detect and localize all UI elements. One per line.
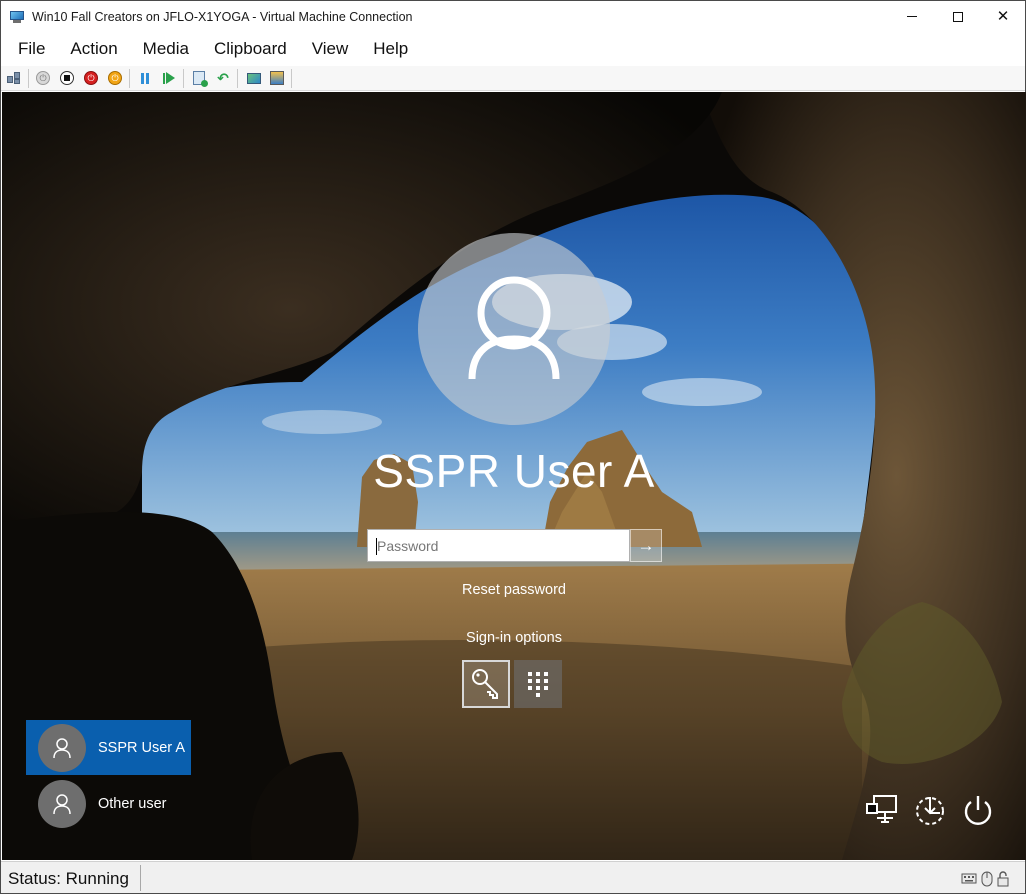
close-icon: ✕	[996, 8, 1010, 25]
text-caret	[376, 538, 377, 555]
ctrl-alt-del-button[interactable]	[6, 70, 22, 86]
pause-button[interactable]	[137, 70, 153, 86]
toolbar-separator	[237, 69, 238, 88]
avatar	[38, 723, 86, 772]
ease-of-access-button[interactable]	[912, 792, 948, 828]
user-icon	[53, 793, 71, 814]
toolbar-separator	[291, 69, 292, 88]
shut-down-icon: ⏻	[84, 71, 98, 85]
password-signin-option-button[interactable]	[462, 660, 510, 708]
toolbar: ⏻ ⏻ ⏻ ↶	[1, 66, 1025, 91]
save-button[interactable]: ⏻	[107, 70, 123, 86]
title-bar[interactable]: Win10 Fall Creators on JFLO-X1YOGA - Vir…	[1, 1, 1025, 32]
user-tile-other-user[interactable]: Other user	[26, 776, 191, 831]
vm-display[interactable]: SSPR User A → Reset password Sign-in opt…	[2, 92, 1026, 860]
checkpoint-icon	[193, 71, 208, 87]
toolbar-separator	[28, 69, 29, 88]
lock-icon	[996, 871, 1010, 887]
arrow-right-icon: →	[637, 535, 655, 555]
vm-status-text: Status: Running	[8, 869, 129, 888]
pin-signin-option-button[interactable]	[514, 660, 562, 708]
user-tile-sspr-user-a[interactable]: SSPR User A	[26, 720, 191, 775]
toolbar-separator	[129, 69, 130, 88]
avatar	[38, 779, 86, 828]
resume-icon	[162, 71, 176, 85]
checkpoint-button[interactable]	[191, 70, 208, 87]
shut-down-button[interactable]: ⏻	[83, 70, 99, 86]
ctrl-alt-del-icon	[7, 72, 21, 84]
reset-password-link[interactable]: Reset password	[414, 582, 614, 598]
start-icon: ⏻	[36, 71, 50, 85]
turn-off-icon	[60, 71, 74, 85]
maximize-button[interactable]	[935, 1, 981, 32]
menu-help[interactable]: Help	[373, 39, 419, 59]
signin-username: SSPR User A	[373, 445, 655, 497]
password-field[interactable]	[367, 529, 630, 562]
start-button[interactable]: ⏻	[35, 70, 51, 86]
power-button[interactable]	[960, 792, 996, 828]
revert-button[interactable]: ↶	[215, 70, 231, 86]
network-icon	[866, 795, 897, 823]
menu-file[interactable]: File	[18, 39, 56, 59]
user-silhouette-icon	[468, 276, 560, 380]
revert-icon: ↶	[217, 69, 229, 86]
menu-bar: File Action Media Clipboard View Help	[1, 32, 1025, 66]
turn-off-button[interactable]	[59, 70, 75, 86]
status-bar: Status: Running	[1, 861, 1025, 893]
user-icon	[53, 737, 71, 758]
password-input[interactable]	[368, 530, 629, 561]
maximize-icon	[953, 11, 963, 22]
share-icon	[270, 71, 284, 85]
status-separator	[140, 865, 141, 891]
minimize-button[interactable]	[889, 1, 935, 32]
signin-options-link[interactable]: Sign-in options	[414, 630, 614, 646]
menu-media[interactable]: Media	[143, 39, 200, 59]
close-button[interactable]: ✕	[980, 1, 1026, 32]
minimize-icon	[907, 16, 917, 17]
resume-button[interactable]	[161, 70, 177, 86]
menu-view[interactable]: View	[312, 39, 360, 59]
mouse-icon	[981, 871, 993, 887]
enhanced-session-icon	[247, 72, 261, 84]
submit-password-button[interactable]: →	[630, 529, 662, 562]
user-tile-label: Other user	[98, 795, 167, 812]
pin-icon	[528, 672, 548, 697]
toolbar-separator	[183, 69, 184, 88]
vm-connection-app-icon	[9, 10, 25, 24]
password-key-icon	[472, 669, 498, 699]
menu-action[interactable]: Action	[70, 39, 128, 59]
save-icon: ⏻	[108, 71, 122, 85]
user-avatar-large	[418, 233, 610, 425]
network-button[interactable]	[864, 792, 900, 828]
enhanced-session-button[interactable]	[246, 70, 262, 86]
menu-clipboard[interactable]: Clipboard	[214, 39, 298, 59]
power-icon	[964, 796, 992, 825]
user-tile-label: SSPR User A	[98, 739, 186, 756]
window-title: Win10 Fall Creators on JFLO-X1YOGA - Vir…	[32, 9, 413, 24]
share-button[interactable]	[269, 70, 285, 86]
pause-icon	[141, 72, 149, 84]
ease-of-access-icon	[916, 797, 944, 825]
vm-connection-window: Win10 Fall Creators on JFLO-X1YOGA - Vir…	[0, 0, 1026, 894]
keyboard-icon	[961, 871, 977, 885]
